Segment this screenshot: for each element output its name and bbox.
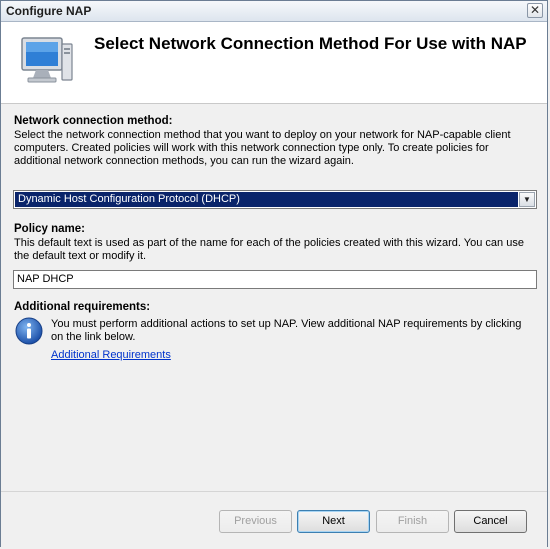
close-button[interactable]: ✕	[527, 3, 543, 18]
chevron-down-icon[interactable]: ▼	[519, 192, 535, 207]
requirements-text: You must perform additional actions to s…	[51, 318, 522, 343]
policy-name-input[interactable]: NAP DHCP	[13, 270, 537, 289]
wizard-footer: Previous Next Finish Cancel	[1, 491, 547, 547]
previous-button[interactable]: Previous	[219, 510, 292, 533]
policy-description: This default text is used as part of the…	[14, 237, 524, 262]
requirements-label: Additional requirements:	[14, 301, 151, 313]
info-icon	[15, 317, 43, 345]
finish-button[interactable]: Finish	[376, 510, 449, 533]
computer-monitor-icon	[21, 37, 73, 83]
connection-method-dropdown[interactable]: Dynamic Host Configuration Protocol (DHC…	[13, 190, 537, 209]
dropdown-selected-value: Dynamic Host Configuration Protocol (DHC…	[15, 192, 518, 207]
wizard-content: Network connection method: Select the ne…	[1, 104, 547, 491]
method-description: Select the network connection method tha…	[14, 129, 511, 167]
page-title: Select Network Connection Method For Use…	[94, 34, 527, 53]
policy-label: Policy name:	[14, 223, 85, 235]
wizard-header: Select Network Connection Method For Use…	[1, 22, 547, 104]
title-bar[interactable]: Configure NAP ✕	[1, 1, 547, 22]
configure-nap-dialog: Configure NAP ✕ Select Network Connectio…	[0, 0, 548, 547]
cancel-button[interactable]: Cancel	[454, 510, 527, 533]
window-title: Configure NAP	[6, 4, 92, 18]
next-button[interactable]: Next	[297, 510, 370, 533]
additional-requirements-link[interactable]: Additional Requirements	[51, 349, 171, 361]
method-label: Network connection method:	[14, 115, 173, 127]
